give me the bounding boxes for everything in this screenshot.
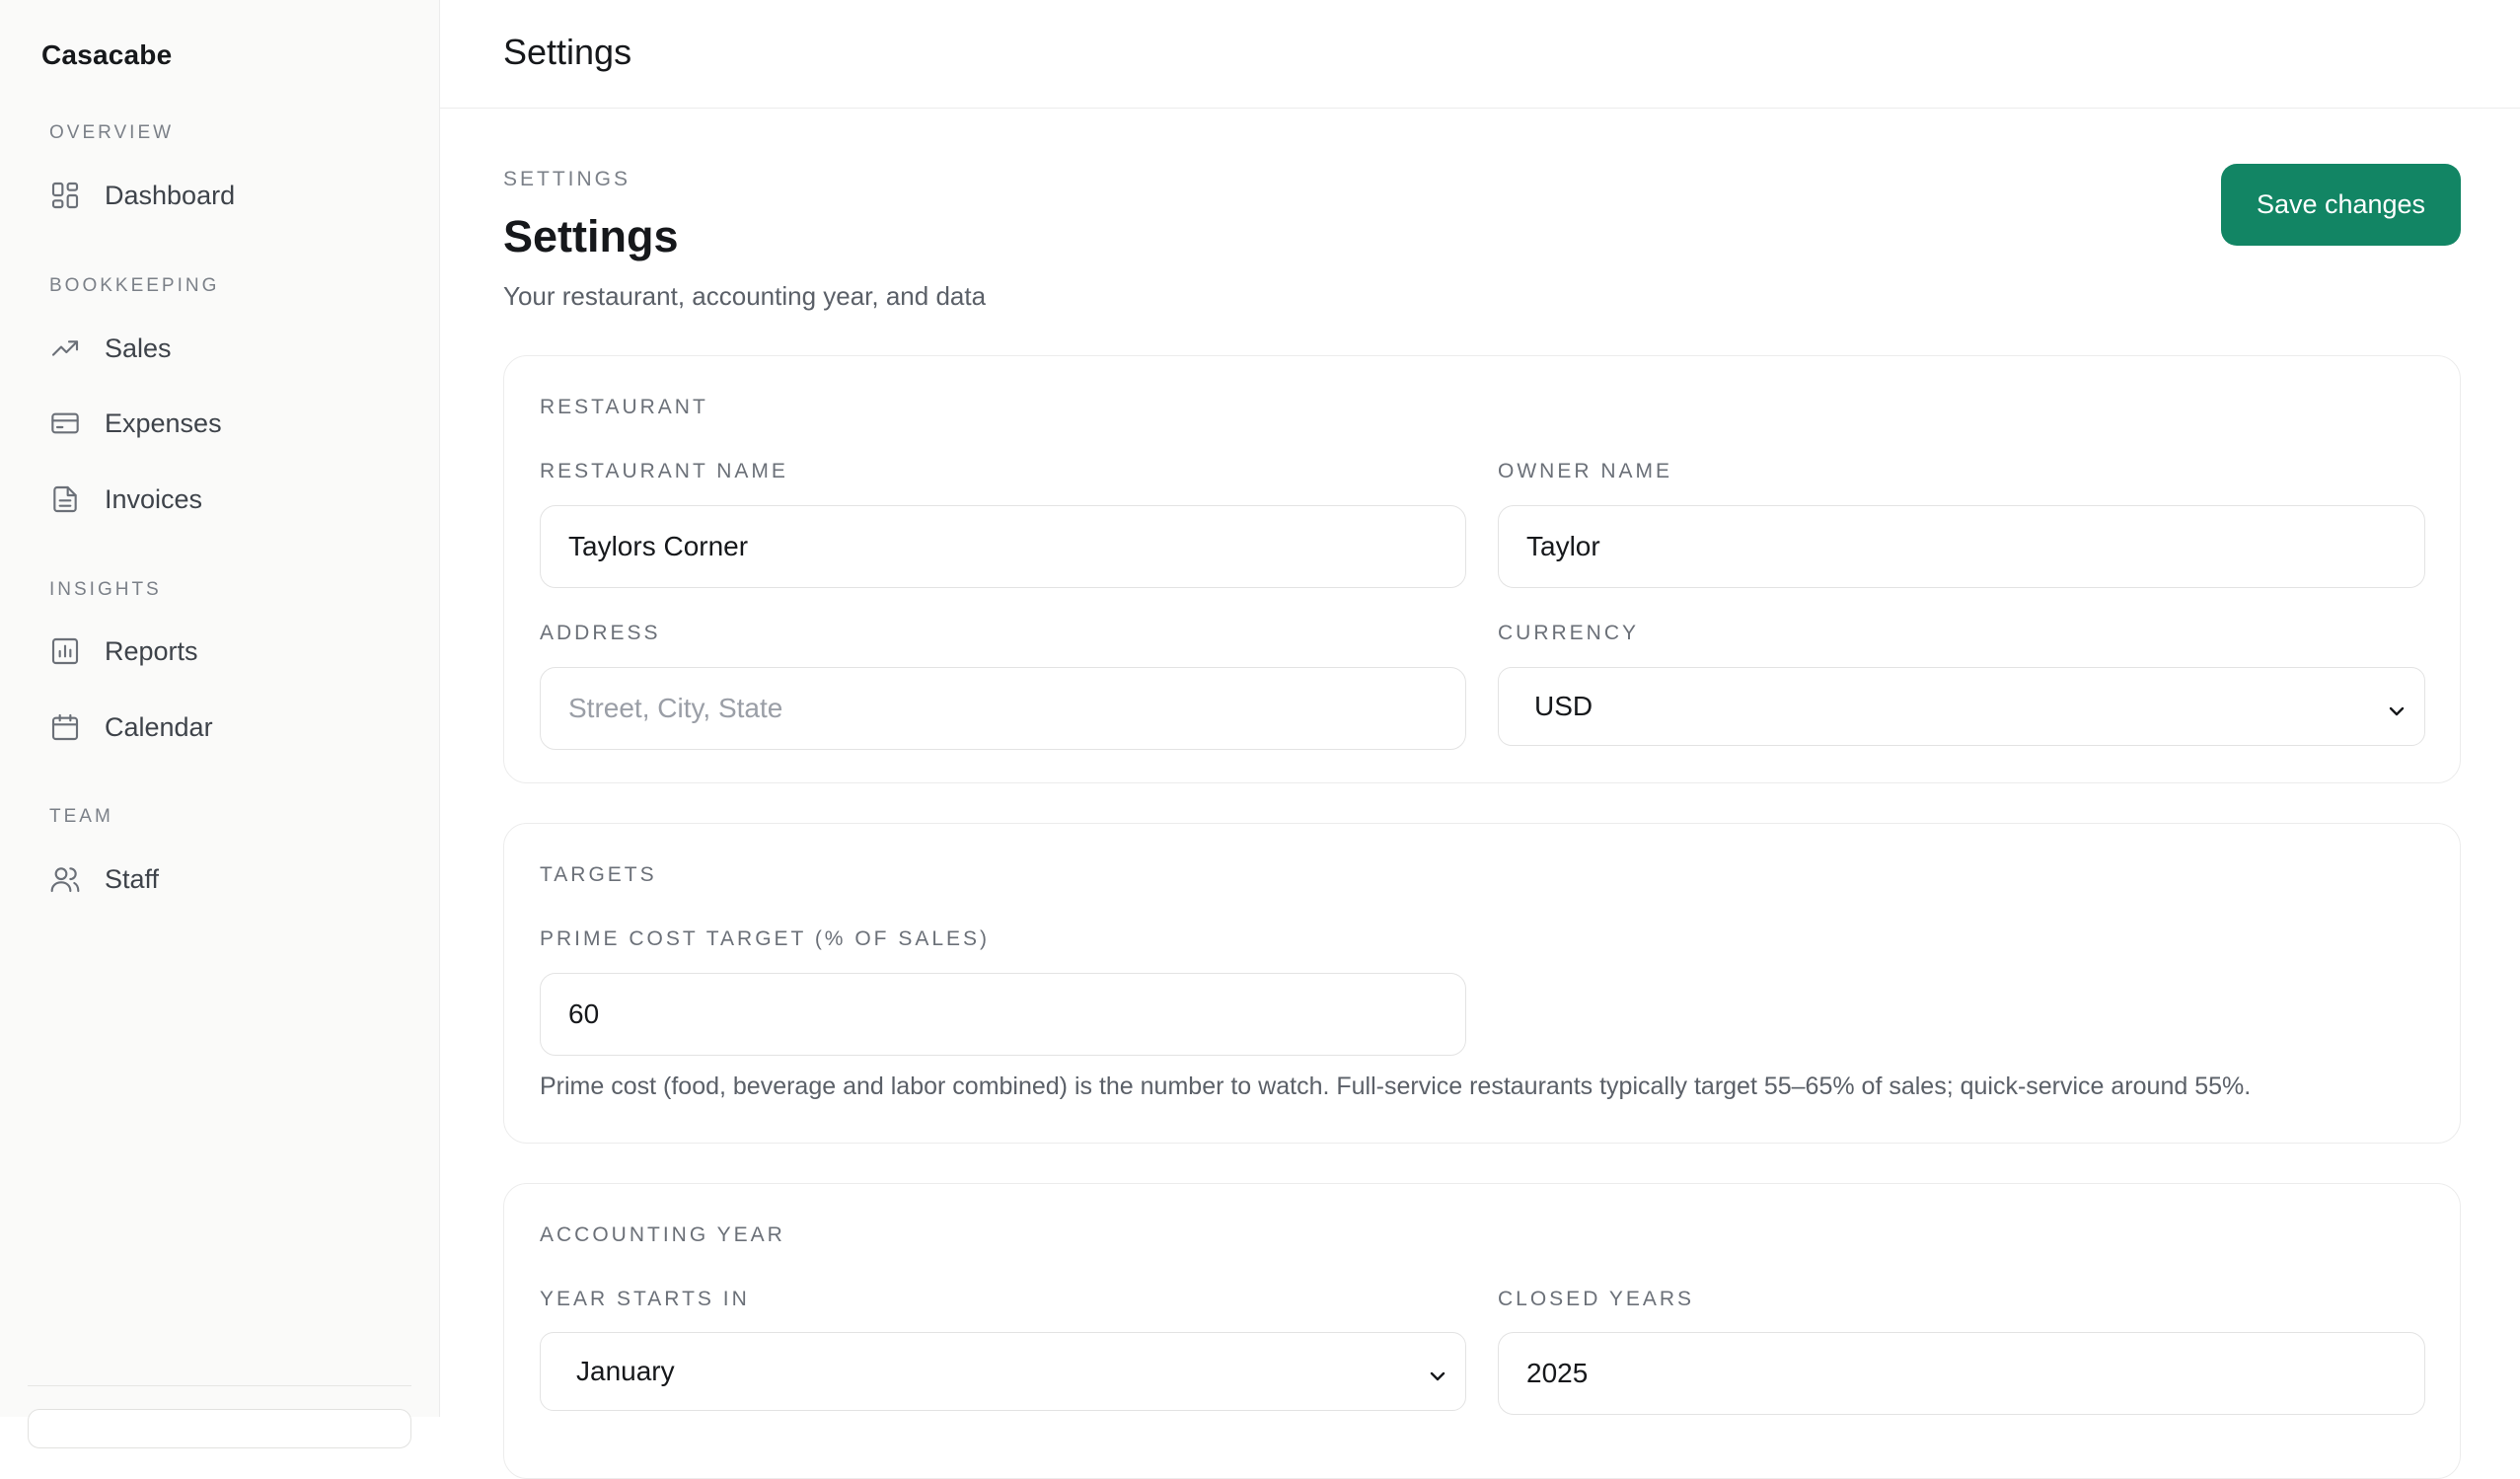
restaurant-section-title: RESTAURANT	[540, 396, 708, 418]
sidebar-divider	[28, 1385, 411, 1386]
sidebar: Casacabe OVERVIEW Dashboard BOOKKEEPING …	[0, 0, 440, 1448]
chevron-down-icon	[2387, 697, 2407, 716]
settings-page: SETTINGS Settings Your restaurant, accou…	[503, 0, 2520, 1479]
currency-select[interactable]: USD	[1498, 667, 2425, 746]
document-icon	[34, 472, 85, 527]
users-icon	[34, 851, 85, 907]
currency-label: CURRENCY	[1498, 622, 1640, 644]
closed-years-label: CLOSED YEARS	[1498, 1288, 1695, 1310]
sidebar-item-label: Sales	[105, 333, 172, 363]
restaurant-name-input[interactable]: Taylors Corner	[540, 505, 1466, 588]
page-title: Settings	[503, 211, 679, 261]
section-insights: INSIGHTS	[49, 579, 162, 600]
credit-card-icon	[34, 396, 85, 451]
year-starts-select[interactable]: January	[540, 1332, 1466, 1411]
sidebar-item-staff[interactable]: Staff	[34, 851, 418, 907]
accounting-section-title: ACCOUNTING YEAR	[540, 1223, 785, 1246]
owner-name-input[interactable]: Taylor	[1498, 505, 2425, 588]
closed-years-input[interactable]: 2025	[1498, 1332, 2425, 1415]
chevron-down-icon	[1428, 1362, 1447, 1381]
targets-card: TARGETS PRIME COST TARGET (% OF SALES) 6…	[503, 823, 2461, 1144]
prime-cost-label: PRIME COST TARGET (% OF SALES)	[540, 927, 991, 950]
sidebar-item-label: Dashboard	[105, 180, 236, 210]
sidebar-item-reports[interactable]: Reports	[34, 624, 418, 679]
restaurant-card: RESTAURANT RESTAURANT NAME Taylors Corne…	[503, 355, 2461, 783]
restaurant-name-label: RESTAURANT NAME	[540, 460, 788, 482]
targets-section-title: TARGETS	[540, 863, 657, 886]
sidebar-item-label: Calendar	[105, 711, 213, 742]
section-overview: OVERVIEW	[49, 122, 175, 143]
sidebar-item-label: Expenses	[105, 407, 222, 438]
accounting-year-card: ACCOUNTING YEAR YEAR STARTS IN January C…	[503, 1183, 2461, 1479]
prime-cost-input[interactable]: 60	[540, 973, 1466, 1056]
page-subtitle: Your restaurant, accounting year, and da…	[503, 281, 987, 311]
page-eyebrow: SETTINGS	[503, 168, 631, 190]
sidebar-item-invoices[interactable]: Invoices	[34, 472, 418, 527]
section-bookkeeping: BOOKKEEPING	[49, 275, 220, 296]
sidebar-item-label: Staff	[105, 863, 160, 894]
bar-chart-icon	[34, 624, 85, 679]
sidebar-account-card[interactable]	[28, 1409, 411, 1448]
section-team: TEAM	[49, 806, 113, 827]
owner-name-label: OWNER NAME	[1498, 460, 1672, 482]
save-changes-button[interactable]: Save changes	[2221, 164, 2461, 246]
currency-value: USD	[1534, 691, 1594, 721]
prime-cost-help: Prime cost (food, beverage and labor com…	[540, 1072, 2252, 1100]
calendar-icon	[34, 700, 85, 755]
address-input[interactable]: Street, City, State	[540, 667, 1466, 750]
sidebar-item-sales[interactable]: Sales	[34, 321, 418, 376]
year-starts-label: YEAR STARTS IN	[540, 1288, 750, 1310]
address-label: ADDRESS	[540, 622, 661, 644]
sidebar-item-calendar[interactable]: Calendar	[34, 700, 418, 755]
sidebar-item-label: Invoices	[105, 483, 203, 514]
sidebar-item-label: Reports	[105, 635, 198, 666]
year-starts-value: January	[576, 1356, 675, 1386]
sidebar-item-dashboard[interactable]: Dashboard	[34, 168, 418, 223]
brand-logo[interactable]: Casacabe	[41, 39, 172, 71]
sidebar-item-expenses[interactable]: Expenses	[34, 396, 418, 451]
dashboard-icon	[34, 168, 85, 223]
trending-up-icon	[34, 321, 85, 376]
